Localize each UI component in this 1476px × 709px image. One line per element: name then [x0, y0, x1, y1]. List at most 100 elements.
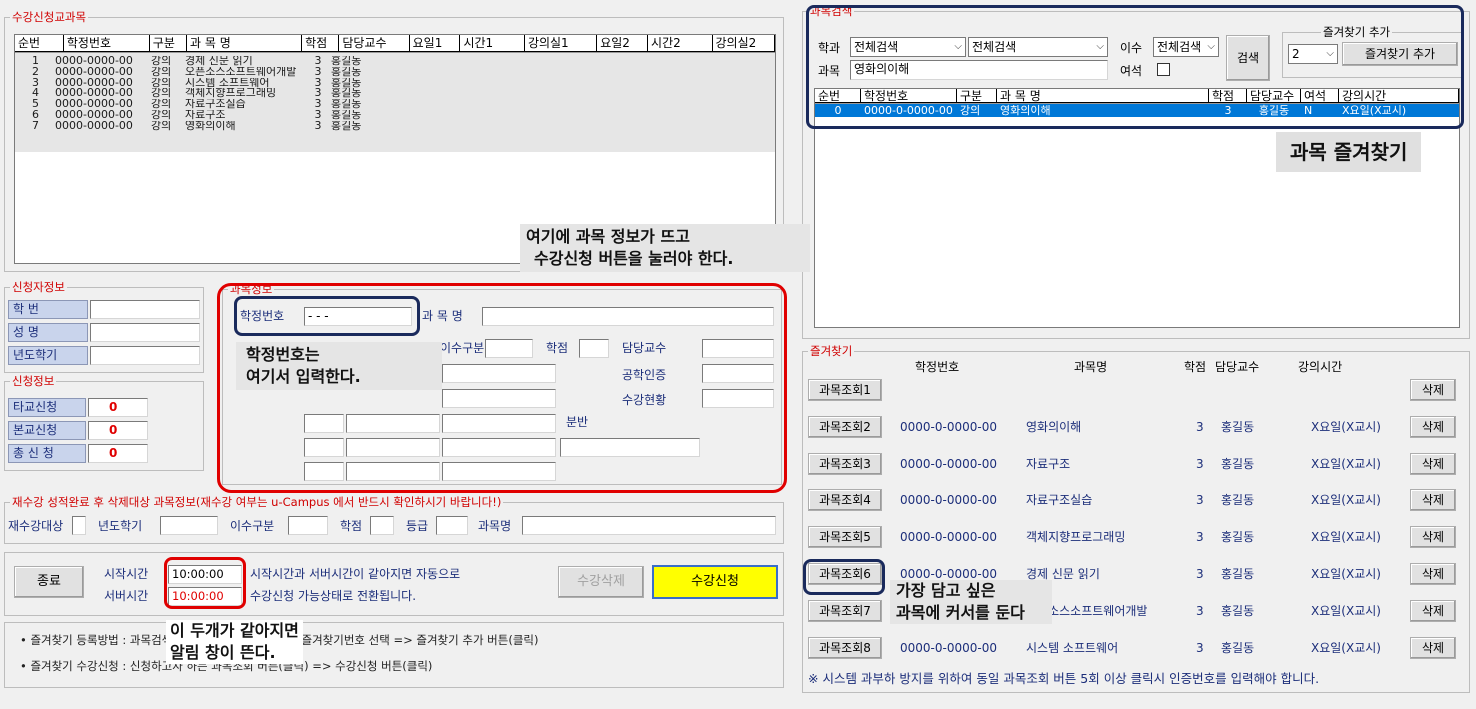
fav-code: 0000-0-0000-00	[900, 530, 997, 545]
course-list-col-header[interactable]: 요일1	[409, 35, 461, 52]
code-callout-line2: 여기서 입력한다.	[246, 367, 361, 386]
course-list-col-header[interactable]: 순번	[15, 35, 64, 52]
course-list-cell: 강의	[151, 109, 172, 121]
fav-delete-button[interactable]: 삭제	[1410, 563, 1456, 585]
course-list-row[interactable]: 7 0000-0000-00 강의 영화의이해 3 홍길동	[15, 121, 775, 132]
year-term-label: 년도학기	[8, 346, 88, 365]
name-field[interactable]	[90, 323, 200, 342]
course-list-col-header[interactable]: 강의실1	[524, 35, 598, 52]
course-list-col-header[interactable]: 강의실2	[712, 35, 775, 52]
course-list-row[interactable]: 3 0000-0000-00 강의 시스템 소프트웨어 3 홍길동	[15, 78, 775, 89]
course-list-cell: 홍길동	[331, 120, 362, 132]
favorites-footer: ※ 시스템 과부하 방지를 위하여 동일 과목조회 버튼 5회 이상 클릭시 인…	[808, 671, 1320, 686]
course-list-cell: 자료구조실습	[185, 99, 246, 110]
start-time-label: 시작시간	[104, 567, 149, 581]
year-term-field[interactable]	[90, 346, 200, 365]
fav-lookup-button[interactable]: 과목조회4	[808, 489, 882, 512]
retake-target-label: 재수강대상	[8, 519, 64, 533]
info-callout-line2: 수강신청 버튼을 눌러야 한다.	[534, 249, 734, 268]
name-label: 성 명	[8, 323, 88, 342]
course-list-col-header[interactable]: 담당교수	[339, 35, 410, 52]
info-callout: 여기에 과목 정보가 뜨고 수강신청 버튼을 눌러야 한다.	[520, 224, 810, 272]
course-list-col-header[interactable]: 시간2	[648, 35, 713, 52]
fav-delete-button[interactable]: 삭제	[1410, 452, 1456, 475]
course-list-cell: 4	[32, 88, 39, 100]
total-count: 0	[88, 444, 148, 463]
retake-target-field[interactable]	[72, 516, 86, 535]
course-list-cell: 강의	[151, 56, 172, 67]
fav-lookup-button[interactable]: 과목조회2	[808, 415, 882, 438]
retake-year-label: 년도학기	[98, 519, 143, 533]
student-id-field[interactable]	[90, 300, 200, 319]
course-list-cell: 3	[314, 77, 322, 89]
time-callout-line2: 알림 창이 뜬다.	[170, 643, 276, 662]
code-callout: 학정번호는 여기서 입력한다.	[236, 342, 442, 390]
home-school-label: 본교신청	[8, 421, 86, 440]
fav-lookup-button[interactable]: 과목조회1	[808, 379, 882, 401]
retake-name-label: 과목명	[478, 519, 512, 533]
fav-delete-button[interactable]: 삭제	[1410, 489, 1456, 512]
fav-delete-button[interactable]: 삭제	[1410, 379, 1456, 401]
course-list-cell: 3	[314, 109, 322, 121]
course-list-row[interactable]: 6 0000-0000-00 강의 자료구조 3 홍길동	[15, 110, 775, 121]
course-list-row[interactable]: 5 0000-0000-00 강의 자료구조실습 3 홍길동	[15, 99, 775, 110]
fav-credit: 3	[1196, 419, 1204, 434]
course-list-row[interactable]: 1 0000-0000-00 강의 경제 신문 읽기 3 홍길동	[15, 56, 775, 67]
code-callout-line1: 학정번호는	[246, 345, 320, 364]
course-list-col-header[interactable]: 구분	[149, 35, 187, 52]
fav-time: X요일(X교시)	[1311, 493, 1381, 508]
time-callout-line1: 이 두개가 같아지면	[170, 621, 299, 640]
fav-lookup-button[interactable]: 과목조회3	[808, 452, 882, 475]
retake-credit-label: 학점	[340, 519, 363, 533]
fav-prof: 홍길동	[1221, 530, 1255, 545]
course-list-cell: 경제 신문 읽기	[185, 56, 253, 67]
fav-credit: 3	[1196, 603, 1204, 618]
course-list-cell: 강의	[151, 88, 172, 100]
apply-course-button[interactable]: 수강신청	[652, 565, 778, 599]
fav-lookup-button[interactable]: 과목조회5	[808, 526, 882, 549]
course-list-col-header[interactable]: 요일2	[597, 35, 649, 52]
course-list-col-header[interactable]: 학정번호	[63, 35, 150, 52]
cancel-course-button[interactable]: 수강삭제	[558, 566, 644, 598]
info-callout-line1: 여기에 과목 정보가 뜨고	[526, 227, 690, 246]
fav-delete-button[interactable]: 삭제	[1410, 526, 1456, 549]
course-list-col-header[interactable]: 시간1	[460, 35, 525, 52]
fav-name: 영화의이해	[1026, 419, 1082, 434]
time-callout: 이 두개가 같아지면 알림 창이 뜬다.	[166, 620, 303, 664]
course-list-cell: 홍길동	[331, 56, 362, 67]
fav-name: 자료구조	[1026, 456, 1071, 471]
fav-lookup-button[interactable]: 과목조회8	[808, 636, 882, 659]
course-list-cell: 0000-0000-00	[55, 56, 133, 67]
course-list-col-header[interactable]: 학점	[302, 35, 340, 52]
course-list-row[interactable]: 4 0000-0000-00 강의 객체지향프로그래밍 3 홍길동	[15, 88, 775, 99]
course-list-cell: 3	[314, 99, 322, 110]
course-list-cell: 강의	[151, 99, 172, 110]
fav-prof: 홍길동	[1221, 419, 1255, 434]
course-list-col-header[interactable]: 과 목 명	[187, 35, 303, 52]
course-list-legend: 수강신청교과목	[10, 10, 89, 25]
course-list-cell: 0000-0000-00	[55, 99, 133, 110]
fav-lookup-button[interactable]: 과목조회7	[808, 599, 882, 622]
cursor-callout-line1: 가장 담고 싶은	[896, 581, 996, 600]
fav-delete-button[interactable]: 삭제	[1410, 599, 1456, 622]
fav-time: X요일(X교시)	[1311, 530, 1381, 545]
course-list-cell: 홍길동	[331, 77, 362, 89]
retake-name-field[interactable]	[522, 516, 776, 535]
retake-grade-field[interactable]	[436, 516, 468, 535]
help-group	[4, 622, 784, 688]
cursor-callout: 가장 담고 싶은 과목에 커서를 둔다	[890, 580, 1052, 624]
retake-year-field[interactable]	[160, 516, 218, 535]
other-school-label: 타교신청	[8, 398, 86, 417]
retake-type-field[interactable]	[288, 516, 328, 535]
fav-credit: 3	[1196, 640, 1204, 655]
fav-credit: 3	[1196, 567, 1204, 581]
retake-credit-field[interactable]	[370, 516, 394, 535]
exit-button[interactable]: 종료	[14, 566, 84, 598]
fav-delete-button[interactable]: 삭제	[1410, 415, 1456, 438]
course-list-cell: 0000-0000-00	[55, 66, 133, 78]
course-list-cell: 객체지향프로그래밍	[185, 88, 277, 100]
fav-title-callout: 과목 즐겨찾기	[1276, 132, 1422, 172]
course-list-row[interactable]: 2 0000-0000-00 강의 오픈소스소프트웨어개발 3 홍길동	[15, 67, 775, 78]
fav-header-prof: 담당교수	[1215, 360, 1260, 374]
fav-delete-button[interactable]: 삭제	[1410, 636, 1456, 659]
